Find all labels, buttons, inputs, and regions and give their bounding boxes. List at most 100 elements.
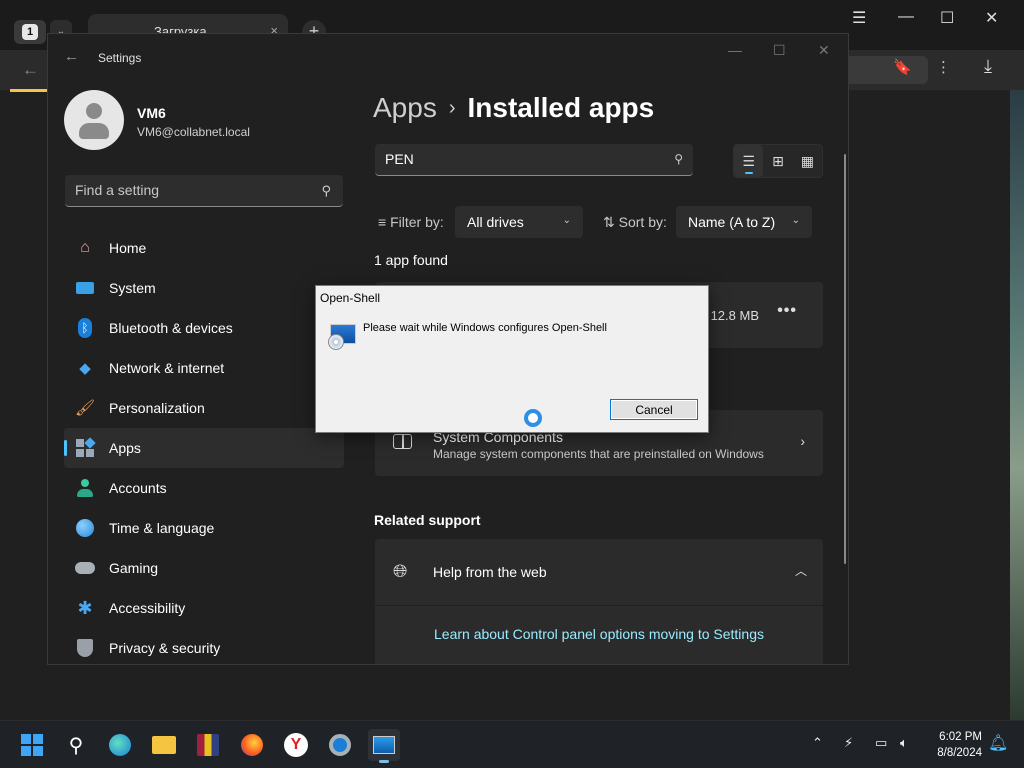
more-options-icon[interactable]: ••• bbox=[777, 302, 797, 320]
maximize-icon[interactable]: ☐ bbox=[940, 8, 954, 28]
close-icon[interactable]: ✕ bbox=[818, 42, 830, 59]
desktop-wallpaper-right bbox=[1010, 90, 1024, 720]
chevron-down-icon: ⌄ bbox=[791, 215, 800, 226]
grid-view-icon[interactable]: ▦ bbox=[793, 145, 822, 177]
help-body: Learn about Control panel options moving… bbox=[375, 606, 823, 664]
firefox-icon[interactable] bbox=[236, 729, 268, 761]
breadcrumb-parent[interactable]: Apps bbox=[373, 92, 437, 123]
page-load-progress bbox=[10, 89, 48, 92]
open-shell-setup-icon[interactable] bbox=[368, 729, 400, 763]
bookmark-icon[interactable]: 🔖 bbox=[893, 58, 912, 76]
chevron-up-icon[interactable]: ⌃ bbox=[812, 735, 823, 751]
shield-icon bbox=[74, 637, 96, 659]
settings-gear-icon[interactable] bbox=[324, 729, 356, 761]
sort-icon: ⇅ bbox=[603, 214, 615, 230]
result-count: 1 app found bbox=[374, 252, 448, 268]
sidebar-item-accounts[interactable]: Accounts bbox=[64, 468, 344, 508]
sort-dropdown-value: Name (A to Z) bbox=[688, 214, 776, 230]
apps-icon bbox=[74, 437, 96, 459]
chevron-up-icon[interactable]: ︿ bbox=[795, 562, 807, 579]
filter-dropdown-value: All drives bbox=[467, 214, 524, 230]
list-view-icon[interactable]: ☰ bbox=[734, 145, 764, 177]
windows-logo-icon bbox=[21, 734, 43, 756]
back-arrow-icon[interactable]: ← bbox=[22, 60, 39, 80]
sidebar-item-label: Time & language bbox=[109, 520, 215, 536]
tile-view-icon[interactable]: ⊞ bbox=[763, 145, 792, 177]
winrar-icon[interactable] bbox=[192, 729, 224, 761]
more-options-icon[interactable]: ⋮ bbox=[936, 58, 951, 76]
filter-label: ≡ Filter by: bbox=[378, 214, 444, 230]
clock-time: 6:02 PM bbox=[939, 731, 982, 743]
notification-bell-icon[interactable]: 🔔︎ bbox=[988, 733, 1008, 753]
sidebar-item-label: Gaming bbox=[109, 560, 159, 576]
start-button[interactable] bbox=[16, 729, 48, 761]
disc-shape bbox=[328, 334, 344, 350]
sidebar-item-personalization[interactable]: 🖌 Personalization bbox=[64, 388, 344, 428]
find-setting-box[interactable]: ⚲ bbox=[65, 175, 343, 207]
yandex-browser-icon[interactable]: Y bbox=[280, 729, 312, 761]
sidebar-menu-icon[interactable]: ☰ bbox=[852, 8, 866, 28]
sidebar-item-label: Accessibility bbox=[109, 600, 186, 616]
sidebar-item-label: System bbox=[109, 280, 156, 296]
avatar[interactable] bbox=[64, 90, 124, 150]
tab-count-button[interactable]: 1 bbox=[14, 20, 46, 44]
back-arrow-icon[interactable]: ← bbox=[64, 48, 79, 65]
home-icon: ⌂ bbox=[80, 239, 90, 256]
app-search-box[interactable]: ⚲ bbox=[375, 144, 693, 176]
sidebar-item-privacy[interactable]: Privacy & security bbox=[64, 628, 344, 664]
chevron-right-icon: › bbox=[800, 433, 805, 449]
help-from-web-card[interactable]: 🌐︎ Help from the web ︿ bbox=[375, 539, 823, 605]
search-icon[interactable]: ⚲ bbox=[321, 183, 331, 199]
sidebar-item-system[interactable]: System bbox=[64, 268, 344, 308]
avatar-body bbox=[79, 123, 109, 139]
globe-clock-icon bbox=[74, 517, 96, 539]
sidebar-item-label: Apps bbox=[109, 440, 141, 456]
breadcrumb-separator: › bbox=[448, 97, 456, 119]
taskbar: ⚲ Y ⌃ ⚡ ▭ 🔈︎ 6:02 PM 8/8/2024 🔔︎ bbox=[0, 720, 1024, 768]
sidebar-item-accessibility[interactable]: ✱ Accessibility bbox=[64, 588, 344, 628]
scrollbar[interactable] bbox=[844, 154, 846, 564]
filter-dropdown[interactable]: All drives ⌄ bbox=[455, 206, 583, 238]
close-icon[interactable]: ✕ bbox=[985, 8, 998, 28]
edge-icon[interactable] bbox=[104, 729, 136, 761]
find-setting-input[interactable] bbox=[75, 182, 305, 198]
help-title: Help from the web bbox=[433, 564, 547, 580]
chevron-down-icon: ⌄ bbox=[562, 215, 571, 226]
sidebar-item-home[interactable]: ⌂ Home bbox=[64, 228, 344, 268]
cancel-button[interactable]: Cancel bbox=[610, 399, 698, 420]
related-support-heading: Related support bbox=[374, 512, 481, 528]
sidebar-item-gaming[interactable]: Gaming bbox=[64, 548, 344, 588]
network-icon[interactable]: ⚡ bbox=[844, 735, 853, 751]
app-size: 12.8 MB bbox=[710, 308, 759, 323]
avatar-head bbox=[86, 103, 102, 119]
minimize-icon[interactable]: — bbox=[898, 8, 914, 26]
open-shell-dialog: Open-Shell Please wait while Windows con… bbox=[315, 285, 709, 433]
filter-label-text: Filter by: bbox=[390, 214, 444, 230]
display-icon[interactable]: ▭ bbox=[875, 735, 887, 751]
control-panel-link[interactable]: Learn about Control panel options moving… bbox=[434, 626, 764, 642]
maximize-icon[interactable]: ☐ bbox=[773, 42, 786, 59]
sidebar-item-time-language[interactable]: Time & language bbox=[64, 508, 344, 548]
bluetooth-icon: ᛒ bbox=[74, 317, 96, 339]
sidebar-item-label: Network & internet bbox=[109, 360, 225, 376]
sort-label: ⇅ Sort by: bbox=[603, 214, 667, 231]
sidebar-item-apps[interactable]: Apps bbox=[64, 428, 344, 468]
tab-count-label: 1 bbox=[22, 24, 38, 40]
search-icon[interactable]: ⚲ bbox=[674, 152, 683, 166]
clock[interactable]: 6:02 PM 8/8/2024 bbox=[926, 729, 982, 761]
clock-date: 8/8/2024 bbox=[937, 747, 982, 759]
app-search-input[interactable] bbox=[385, 151, 655, 167]
sidebar-item-bluetooth[interactable]: ᛒ Bluetooth & devices bbox=[64, 308, 344, 348]
user-name: VM6 bbox=[137, 105, 166, 121]
user-email: VM6@collabnet.local bbox=[137, 125, 250, 139]
sort-dropdown[interactable]: Name (A to Z) ⌄ bbox=[676, 206, 812, 238]
download-icon[interactable]: ⤓ bbox=[984, 56, 992, 77]
volume-icon[interactable]: 🔈︎ bbox=[900, 735, 908, 751]
search-icon[interactable]: ⚲ bbox=[60, 729, 92, 761]
system-icon bbox=[74, 277, 96, 299]
minimize-icon[interactable]: — bbox=[728, 42, 742, 58]
breadcrumb: Apps › Installed apps bbox=[373, 92, 654, 124]
file-explorer-icon[interactable] bbox=[148, 729, 180, 761]
address-bar[interactable] bbox=[848, 56, 928, 84]
sidebar-item-network[interactable]: ◆ Network & internet bbox=[64, 348, 344, 388]
